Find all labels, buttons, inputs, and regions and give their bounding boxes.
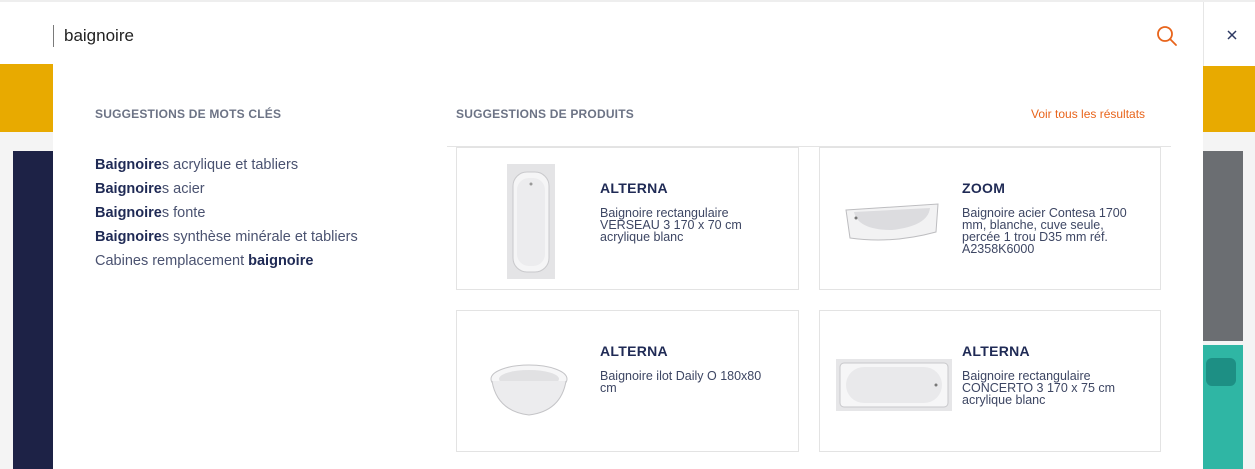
keyword-suggestion[interactable]: Baignoires fonte (95, 201, 358, 225)
keyword-suggestion[interactable]: Baignoires synthèse minérale et tabliers (95, 225, 358, 249)
see-all-results-link[interactable]: Voir tous les résultats (1031, 107, 1145, 121)
search-bar (0, 0, 1255, 66)
keyword-suggestion[interactable]: Cabines remplacement baignoire (95, 249, 358, 273)
keyword-suggestions-list: Baignoires acrylique et tabliers Baignoi… (95, 153, 358, 273)
search-icon[interactable] (1155, 24, 1179, 48)
product-description: Baignoire rectangulaire VERSEAU 3 170 x … (600, 206, 742, 244)
search-input[interactable] (64, 24, 1124, 48)
background-banner-right (1203, 151, 1243, 341)
product-card[interactable]: ALTERNA Baignoire rectangulaire VERSEAU … (456, 147, 799, 290)
product-card[interactable]: ZOOM Baignoire acier Contesa 1700 mm, bl… (819, 147, 1161, 290)
product-brand: ALTERNA (600, 180, 668, 196)
product-brand: ALTERNA (600, 343, 668, 359)
freestanding-bathtub-image (490, 364, 568, 416)
product-description: Baignoire rectangulaire CONCERTO 3 170 x… (962, 369, 1116, 407)
product-description: Baignoire acier Contesa 1700 mm, blanche… (962, 206, 1127, 256)
product-card[interactable]: ALTERNA Baignoire ilot Daily O 180x80 cm (456, 310, 799, 452)
bathtub-top-view-image (507, 164, 555, 279)
keyword-suggestions-title: SUGGESTIONS DE MOTS CLÉS (95, 107, 282, 121)
search-field-left-border (53, 25, 54, 47)
product-description: Baignoire ilot Daily O 180x80 cm (600, 369, 762, 395)
product-card[interactable]: ALTERNA Baignoire rectangulaire CONCERTO… (819, 310, 1161, 452)
keyword-suggestion[interactable]: Baignoires acrylique et tabliers (95, 153, 358, 177)
product-suggestions-title: SUGGESTIONS DE PRODUITS (456, 107, 634, 121)
bathtub-angled-image (845, 203, 939, 241)
product-brand: ZOOM (962, 180, 1006, 196)
keyword-suggestion[interactable]: Baignoires acier (95, 177, 358, 201)
bathtub-top-view-wide-image (836, 359, 952, 411)
product-brand: ALTERNA (962, 343, 1030, 359)
close-icon[interactable] (1225, 28, 1239, 42)
chat-bubble-icon[interactable] (1206, 358, 1236, 386)
